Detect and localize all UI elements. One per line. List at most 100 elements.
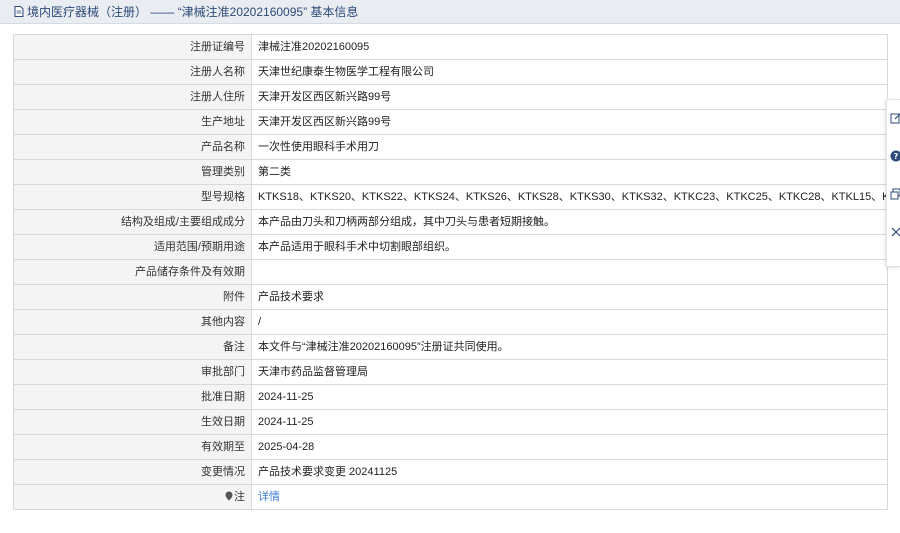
table-row: 注册人名称 天津世纪康泰生物医学工程有限公司 — [13, 59, 888, 85]
field-value: 2024-11-25 — [258, 391, 314, 403]
field-label-cell: 注册人住所 — [13, 84, 252, 110]
field-label: 注册人名称 — [190, 66, 245, 78]
document-icon — [14, 6, 24, 17]
field-label: 其他内容 — [201, 316, 245, 328]
field-value-cell: 2024-11-25 — [251, 384, 888, 410]
floating-toolbar: ? — [886, 99, 900, 267]
field-value-cell: 第二类 — [251, 159, 888, 185]
field-label-cell: 注册证编号 — [13, 34, 252, 60]
field-value: 津械注准20202160095 — [258, 41, 370, 53]
field-value: 天津开发区西区新兴路99号 — [258, 116, 392, 128]
field-label: 注册人住所 — [190, 91, 245, 103]
page-header: 境内医疗器械（注册） —— “津械注准20202160095” 基本信息 — [0, 0, 900, 24]
detail-table: 注册证编号 津械注准20202160095 注册人名称 天津世纪康泰生物医学工程有限公… — [13, 34, 888, 510]
field-label-cell: 批准日期 — [13, 384, 252, 410]
field-value-cell: 天津世纪康泰生物医学工程有限公司 — [251, 59, 888, 85]
table-row: 型号规格 KTKS18、KTKS20、KTKS22、KTKS24、KTKS26、K… — [13, 184, 888, 210]
table-row: 注册人住所 天津开发区西区新兴路99号 — [13, 84, 888, 110]
field-value-cell: 2024-11-25 — [251, 409, 888, 435]
field-value-cell: 津械注准20202160095 — [251, 34, 888, 60]
field-value-cell: / — [251, 309, 888, 335]
table-row: 注 详情 — [13, 484, 888, 510]
copy-icon[interactable] — [890, 188, 900, 200]
table-row: 审批部门 天津市药品监督管理局 — [13, 359, 888, 385]
field-value-cell: 天津市药品监督管理局 — [251, 359, 888, 385]
field-value-cell: 本文件与“津械注准20202160095”注册证共同使用。 — [251, 334, 888, 360]
field-value: KTKS18、KTKS20、KTKS22、KTKS24、KTKS26、KTKS2… — [258, 191, 888, 203]
field-value: 2024-11-25 — [258, 416, 314, 428]
help-icon[interactable]: ? — [890, 150, 900, 162]
field-value: 本产品适用于眼科手术中切割眼部组织。 — [258, 241, 456, 253]
field-value: 天津市药品监督管理局 — [258, 366, 368, 378]
table-row: 生效日期 2024-11-25 — [13, 409, 888, 435]
field-label-cell: 备注 — [13, 334, 252, 360]
field-label: 管理类别 — [201, 166, 245, 178]
field-value: 2025-04-28 — [258, 441, 315, 453]
details-link[interactable]: 详情 — [258, 491, 280, 503]
field-label: 有效期至 — [201, 441, 245, 453]
field-label: 审批部门 — [201, 366, 245, 378]
field-label-cell: 型号规格 — [13, 184, 252, 210]
field-value-cell: 2025-04-28 — [251, 434, 888, 460]
table-row: 其他内容 / — [13, 309, 888, 335]
field-value-cell: 天津开发区西区新兴路99号 — [251, 84, 888, 110]
field-label: 产品名称 — [201, 141, 245, 153]
field-value-cell: 天津开发区西区新兴路99号 — [251, 109, 888, 135]
field-label: 批准日期 — [201, 391, 245, 403]
field-label-cell: 生产地址 — [13, 109, 252, 135]
field-label-cell: 其他内容 — [13, 309, 252, 335]
field-label-cell: 产品储存条件及有效期 — [13, 259, 252, 285]
field-label: 注册证编号 — [190, 41, 245, 53]
svg-text:?: ? — [894, 152, 899, 161]
field-label: 变更情况 — [201, 466, 245, 478]
field-label: 附件 — [223, 291, 245, 303]
table-row: 变更情况 产品技术要求变更 20241125 — [13, 459, 888, 485]
field-label-cell: 结构及组成/主要组成成分 — [13, 209, 252, 235]
table-row: 产品储存条件及有效期 — [13, 259, 888, 285]
field-value-cell: 本产品适用于眼科手术中切割眼部组织。 — [251, 234, 888, 260]
table-row: 有效期至 2025-04-28 — [13, 434, 888, 460]
field-value-cell: KTKS18、KTKS20、KTKS22、KTKS24、KTKS26、KTKS2… — [251, 184, 888, 210]
field-value-cell: 本产品由刀头和刀柄两部分组成，其中刀头与患者短期接触。 — [251, 209, 888, 235]
field-value: 天津世纪康泰生物医学工程有限公司 — [258, 66, 434, 78]
close-icon[interactable] — [890, 226, 900, 238]
field-label: 产品储存条件及有效期 — [135, 266, 245, 278]
field-value: 本产品由刀头和刀柄两部分组成，其中刀头与患者短期接触。 — [258, 216, 555, 228]
field-value: 一次性使用眼科手术用刀 — [258, 141, 379, 153]
table-row: 生产地址 天津开发区西区新兴路99号 — [13, 109, 888, 135]
field-value-cell: 一次性使用眼科手术用刀 — [251, 134, 888, 160]
field-label-cell: 审批部门 — [13, 359, 252, 385]
field-label-cell: 附件 — [13, 284, 252, 310]
page-title: 境内医疗器械（注册） —— “津械注准20202160095” 基本信息 — [27, 5, 359, 19]
pin-icon — [225, 491, 233, 501]
field-label-cell: 变更情况 — [13, 459, 252, 485]
field-label-cell: 有效期至 — [13, 434, 252, 460]
field-value: 本文件与“津械注准20202160095”注册证共同使用。 — [258, 341, 509, 353]
field-label-cell: 管理类别 — [13, 159, 252, 185]
field-value: 天津开发区西区新兴路99号 — [258, 91, 392, 103]
field-value: 产品技术要求变更 20241125 — [258, 466, 398, 478]
table-row: 附件 产品技术要求 — [13, 284, 888, 310]
field-label: 适用范围/预期用途 — [153, 241, 245, 253]
field-label: 生效日期 — [201, 416, 245, 428]
table-row: 注册证编号 津械注准20202160095 — [13, 34, 888, 60]
field-label-cell: 产品名称 — [13, 134, 252, 160]
table-row: 结构及组成/主要组成成分 本产品由刀头和刀柄两部分组成，其中刀头与患者短期接触。 — [13, 209, 888, 235]
field-label-cell: 注 — [13, 484, 252, 510]
field-value: 产品技术要求 — [258, 291, 324, 303]
field-label: 备注 — [223, 341, 245, 353]
field-value-cell: 产品技术要求变更 20241125 — [251, 459, 888, 485]
field-label-cell: 注册人名称 — [13, 59, 252, 85]
field-value-cell: 详情 — [251, 484, 888, 510]
table-row: 管理类别 第二类 — [13, 159, 888, 185]
field-label: 型号规格 — [201, 191, 245, 203]
field-value: 第二类 — [258, 166, 291, 178]
field-label-cell: 适用范围/预期用途 — [13, 234, 252, 260]
table-row: 产品名称 一次性使用眼科手术用刀 — [13, 134, 888, 160]
field-label: 结构及组成/主要组成成分 — [120, 216, 245, 228]
field-label-cell: 生效日期 — [13, 409, 252, 435]
table-row: 批准日期 2024-11-25 — [13, 384, 888, 410]
edit-icon[interactable] — [890, 112, 900, 124]
field-label: 生产地址 — [201, 116, 245, 128]
field-value: / — [258, 316, 262, 328]
